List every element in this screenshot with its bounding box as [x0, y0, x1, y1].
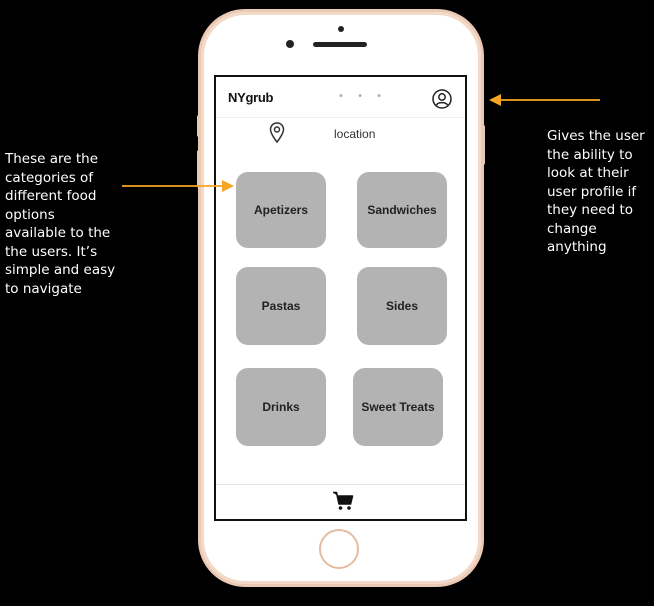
- arrow-to-profile: [489, 94, 600, 106]
- phone-speaker: [313, 42, 367, 47]
- annotation-categories: These are the categories of different fo…: [5, 151, 116, 297]
- phone-side-button: [197, 115, 201, 137]
- category-button-sides[interactable]: Sides: [357, 267, 447, 345]
- location-label: location: [334, 127, 376, 141]
- location-row[interactable]: location: [216, 120, 465, 150]
- phone-camera: [286, 40, 294, 48]
- app-logo[interactable]: NYgrub: [228, 90, 273, 105]
- user-profile-icon[interactable]: [432, 89, 452, 109]
- phone-sensor: [338, 26, 344, 32]
- category-button-drinks[interactable]: Drinks: [236, 368, 326, 446]
- shopping-cart-icon[interactable]: [332, 491, 354, 511]
- category-button-apetizers[interactable]: Apetizers: [236, 172, 326, 248]
- bottom-bar: [216, 484, 465, 519]
- app-screen: NYgrub • • • location Apetizers Sandwich…: [214, 75, 467, 521]
- category-button-pastas[interactable]: Pastas: [236, 267, 326, 345]
- phone-side-button: [481, 125, 485, 165]
- location-pin-icon: [269, 122, 285, 144]
- app-header: NYgrub • • •: [216, 77, 465, 118]
- header-dots: • • •: [338, 91, 388, 102]
- category-button-sandwiches[interactable]: Sandwiches: [357, 172, 447, 248]
- phone-home-button[interactable]: [319, 529, 359, 569]
- annotation-profile: Gives the user the ability to look at th…: [547, 128, 645, 255]
- mockup-stage: NYgrub • • • location Apetizers Sandwich…: [0, 0, 654, 606]
- category-button-sweet-treats[interactable]: Sweet Treats: [353, 368, 443, 446]
- phone-side-button: [197, 150, 201, 188]
